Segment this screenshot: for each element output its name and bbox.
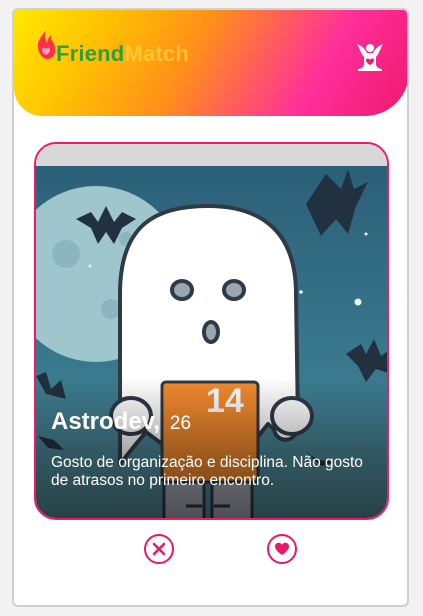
brand-name-part2: Match	[124, 41, 189, 66]
app-frame: FriendMatch Astrodev, 26 Gosto de organi…	[12, 8, 409, 607]
close-icon	[152, 542, 166, 556]
profile-info: Astrodev, 26 Gosto de organização e disc…	[51, 408, 375, 490]
like-button[interactable]	[267, 534, 297, 564]
profile-bio: Gosto de organização e disciplina. Não g…	[51, 454, 363, 489]
menu-button[interactable]	[350, 36, 390, 76]
heart-icon	[275, 542, 289, 555]
jester-menu-icon	[357, 44, 383, 71]
app-header: FriendMatch	[14, 10, 407, 116]
name-row: Astrodev, 26	[51, 408, 375, 436]
profile-name: Astrodev,	[51, 408, 160, 435]
brand-name-part1: Friend	[56, 41, 125, 66]
action-bar	[14, 534, 407, 568]
profile-card[interactable]: 14 Astrodev, 26 Gosto de organização e d…	[34, 142, 389, 520]
profile-age: 26	[169, 413, 192, 434]
dislike-button[interactable]	[144, 534, 174, 564]
flame-heart-icon	[37, 30, 56, 59]
brand-name: FriendMatch	[56, 41, 189, 67]
